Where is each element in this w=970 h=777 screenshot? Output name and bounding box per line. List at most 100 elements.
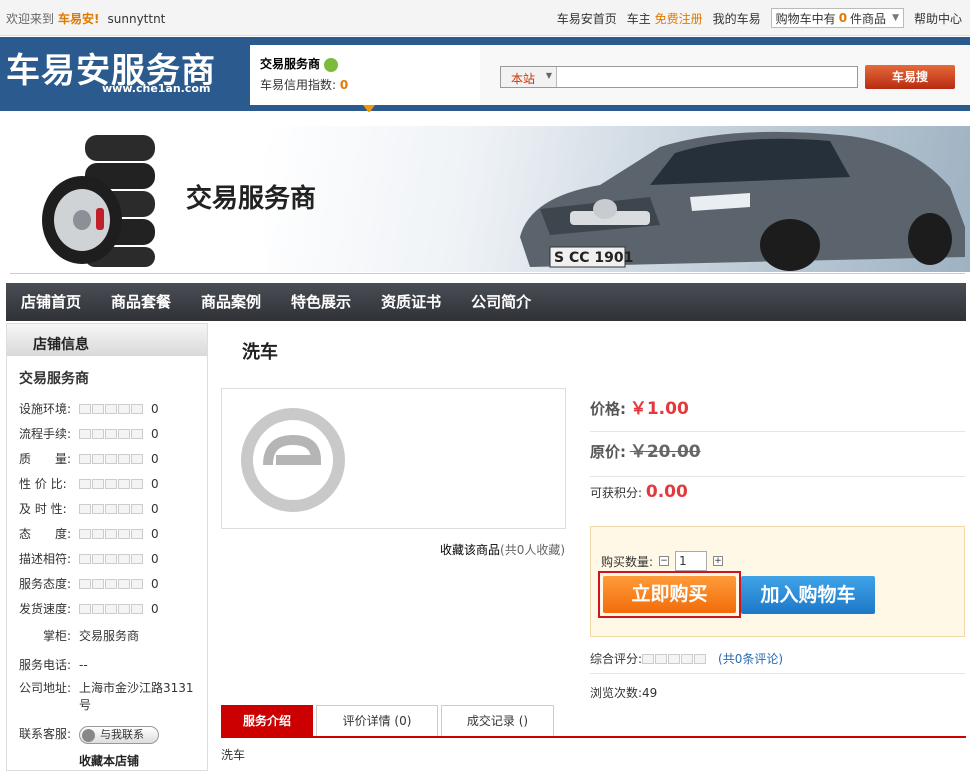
keeper-label: 掌柜: [43,629,72,643]
price-row: 价格: ￥1.00 [590,394,965,432]
rating-row: 描述相符: 0 [7,546,207,571]
star-rating-icon [79,478,143,489]
plus-icon[interactable]: + [713,556,724,566]
credit-label: 车易信用指数: [260,78,337,92]
brand-link[interactable]: 车易安! [58,12,99,26]
contact-button[interactable]: 与我联系 [79,726,159,744]
points-label: 可获积分: [590,486,643,500]
detail-tabs: 服务介绍 评价详情 (0) 成交记录 () [221,705,966,738]
rating-value: 0 [151,526,159,541]
points-value: 0.00 [645,482,688,502]
site-header: 车易安服务商 www.che1an.com 交易服务商 车易信用指数: 0 本站… [0,37,970,113]
nav-cases[interactable]: 商品案例 [186,283,276,321]
home-link[interactable]: 车易安首页 [557,10,617,27]
credit-value: 0 [339,78,349,92]
star-rating-icon [79,428,143,439]
original-price-label: 原价: [590,443,626,461]
service-label: 联系客服: [19,727,72,741]
favorite-item-label: 收藏该商品 [440,543,501,557]
address-value: 上海市金沙江路3131号 [79,681,194,712]
welcome-text: 欢迎来到 车易安! sunnyttnt [6,10,165,27]
cart-count: 0 [838,11,848,25]
divider [10,273,965,274]
rating-row: 发货速度: 0 [7,596,207,621]
placeholder-logo-icon [241,408,345,512]
add-to-cart-button[interactable]: 加入购物车 [741,576,875,614]
nav-shop-home[interactable]: 店铺首页 [6,283,96,321]
username[interactable]: sunnyttnt [108,12,166,26]
rating-label: 性 价 比: [19,477,67,491]
favorite-shop-link[interactable]: 收藏本店铺 [79,752,207,769]
phone-label: 服务电话: [19,658,72,672]
rating-row: 服务态度: 0 [7,571,207,596]
owner-link[interactable]: 车主 [627,12,651,26]
product-image [221,388,566,529]
search-button[interactable]: 车易搜 [865,65,955,89]
rating-value: 0 [151,501,159,516]
rating-row: 设施环境: 0 [7,396,207,421]
favorite-count: (共0人收藏) [500,543,566,557]
price-value: ￥1.00 [629,399,689,419]
original-price-row: 原价: ￥20.00 [590,437,965,477]
rating-value: 0 [151,576,159,591]
my-account-link[interactable]: 我的车易 [713,10,761,27]
rating-value: 0 [151,476,159,491]
phone-value: -- [79,658,88,672]
rating-label: 流程手续: [19,427,72,441]
tab-service-intro[interactable]: 服务介绍 [221,705,313,736]
original-price-value: ￥20.00 [629,442,701,462]
product-title: 洗车 [242,342,278,363]
rating-label: 设施环境: [19,402,72,416]
shop-nav: 店铺首页 商品套餐 商品案例 特色展示 资质证书 公司简介 [6,283,966,321]
minus-icon[interactable]: − [659,556,670,566]
star-rating-icon [79,453,143,464]
star-rating-icon [79,528,143,539]
sidebar-title: 店铺信息 [7,324,207,356]
tab-transactions[interactable]: 成交记录 () [441,705,554,736]
sidebar-shop-name[interactable]: 交易服务商 [19,368,207,388]
rating-row: 质 量: 0 [7,446,207,471]
tab-content: 洗车 [221,748,246,762]
points-row: 可获积分: 0.00 [590,482,965,516]
tab-reviews[interactable]: 评价详情 (0) [316,705,438,736]
star-rating-icon [79,503,143,514]
shop-info-sidebar: 店铺信息 交易服务商 设施环境: 0 流程手续: 0 质 量: 0 性 价 比: 0 及… [6,323,208,771]
rating-row: 流程手续: 0 [7,421,207,446]
star-rating-icon [79,578,143,589]
welcome-label: 欢迎来到 [6,12,55,26]
price-label: 价格: [590,400,626,418]
favorite-item-link[interactable]: 收藏该商品(共0人收藏) [440,541,565,558]
star-rating-icon [79,403,143,414]
badge-icon [324,57,339,72]
rating-value: 0 [151,426,159,441]
nav-features[interactable]: 特色展示 [276,283,366,321]
help-link[interactable]: 帮助中心 [914,10,962,27]
credit-shop-name: 交易服务商 [260,57,321,71]
purchase-box: 购买数量: − 1 + 立即购买 加入购物车 [590,526,965,637]
rating-value: 0 [151,601,159,616]
rating-value: 0 [151,551,159,566]
tires-image [42,135,155,267]
search-input[interactable] [558,67,856,87]
register-link[interactable]: 免费注册 [655,12,703,26]
quantity-input[interactable]: 1 [675,551,708,571]
rating-label: 及 时 性: [19,502,67,516]
nav-company[interactable]: 公司简介 [456,283,546,321]
keeper-value: 交易服务商 [79,629,140,643]
cart-dropdown[interactable]: 购物车中有 0 件商品 ▼ [770,8,904,28]
star-rating-icon [642,653,707,664]
nav-packages[interactable]: 商品套餐 [96,283,186,321]
nav-certificates[interactable]: 资质证书 [366,283,456,321]
rating-value: 0 [151,451,159,466]
address-label: 公司地址: [19,681,72,695]
search-area: 本站 ▼ 车易搜 [480,45,970,105]
search-scope-select[interactable]: 本站 ▼ [501,67,557,87]
shop-banner: 交易服务商 S CC 1901 [0,112,970,282]
buy-now-highlight: 立即购买 [598,571,741,618]
banner-title: 交易服务商 [186,184,317,214]
overall-score: 综合评分: (共0条评论) [590,650,783,667]
buy-now-button[interactable]: 立即购买 [603,576,736,613]
review-count-link[interactable]: (共0条评论) [718,650,783,667]
divider [590,673,965,674]
score-label: 综合评分: [590,652,643,666]
